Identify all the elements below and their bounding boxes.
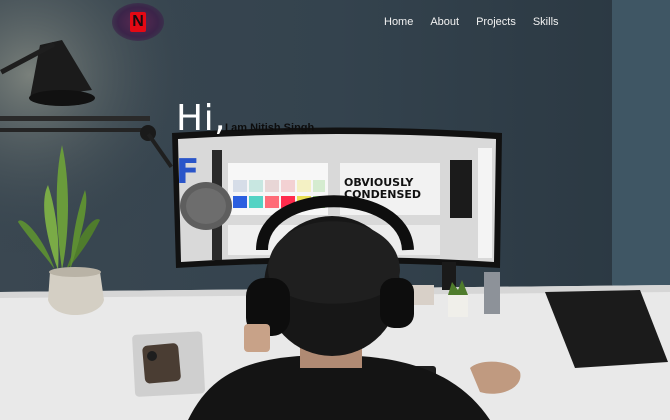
hero-intro: I am Nitish Singh <box>225 122 315 134</box>
hero-greeting: Hi, <box>176 98 227 139</box>
nav-link-home[interactable]: Home <box>384 16 413 28</box>
nav-link-skills[interactable]: Skills <box>533 16 559 28</box>
typed-role-text: F <box>176 152 200 192</box>
hero-background <box>0 0 670 420</box>
main-nav: Home About Projects Skills <box>384 16 576 28</box>
nav-link-projects[interactable]: Projects <box>476 16 516 28</box>
logo[interactable]: N <box>112 3 164 41</box>
nav-link-about[interactable]: About <box>430 16 459 28</box>
logo-mark: N <box>130 12 146 32</box>
